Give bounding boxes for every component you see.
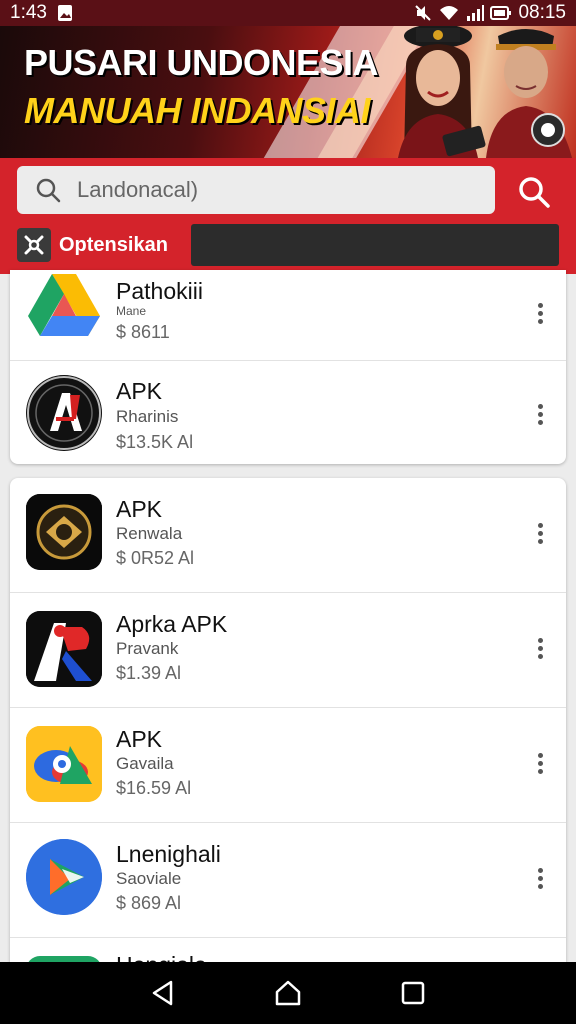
google-drive-icon — [26, 270, 102, 342]
map-pin-icon — [26, 726, 102, 802]
filter-label: Optensikan — [59, 233, 168, 256]
app-subtitle: Renwala — [116, 524, 183, 543]
home-icon — [275, 980, 301, 1006]
signal-icon — [466, 4, 485, 22]
app-name: APK — [116, 496, 163, 522]
search-icon — [36, 178, 61, 203]
back-triangle-icon — [152, 980, 172, 1006]
app-subtitle: Rharinis — [116, 407, 179, 426]
app-subtitle: Pravank — [116, 639, 179, 658]
list-item[interactable]: Aprka APK Pravank $1.39 Al — [10, 593, 566, 708]
list-item[interactable]: Lnenighali Saoviale $ 869 Al — [10, 823, 566, 938]
list-item[interactable]: APK Renwala $ 0R52 Al — [10, 478, 566, 593]
banner-people-illustration — [398, 26, 572, 158]
image-notification-icon — [57, 4, 73, 22]
search-input[interactable] — [77, 177, 457, 203]
more-options-icon[interactable] — [530, 518, 550, 548]
app-price: $16.59 Al — [116, 778, 192, 798]
search-bar[interactable] — [17, 166, 495, 214]
search-button[interactable] — [512, 170, 556, 214]
apk-a-logo-icon — [26, 375, 102, 451]
app-price: $1.39 Al — [116, 663, 182, 683]
app-name: Lnenighali — [116, 841, 221, 867]
recents-square-icon — [402, 981, 425, 1005]
navigation-bar — [0, 962, 576, 1024]
app-price: $ 0R52 Al — [116, 548, 195, 568]
app-price: $ 869 Al — [116, 893, 182, 913]
home-button[interactable] — [270, 975, 306, 1011]
app-subtitle: Saoviale — [116, 869, 182, 888]
wifi-icon — [438, 4, 460, 22]
app-price: $ 8611 — [116, 322, 170, 342]
apk-ap-logo-icon — [26, 611, 102, 687]
status-clock: 08:15 — [518, 2, 566, 23]
list-item[interactable]: Pathokiii Mane $ 8611 — [10, 270, 566, 361]
more-options-icon[interactable] — [530, 748, 550, 778]
app-name: Pathokiii — [116, 278, 203, 304]
banner-title-line1: PUSARI UNDONESIA — [24, 42, 379, 83]
list-item[interactable]: APK Rharinis $13.5K Al — [10, 361, 566, 464]
gold-emblem-icon — [26, 494, 102, 570]
promo-banner[interactable]: PUSARI UNDONESIA MANUAH INDANSIAI — [0, 26, 576, 158]
app-list-card: APK Renwala $ 0R52 Al Aprka APK Pravank … — [10, 478, 566, 978]
app-name: Aprka APK — [116, 611, 228, 637]
more-options-icon[interactable] — [530, 633, 550, 663]
filter-row[interactable]: Optensikan — [17, 224, 559, 266]
app-subtitle: Gavaila — [116, 754, 174, 773]
more-options-icon[interactable] — [530, 399, 550, 429]
more-options-icon[interactable] — [530, 298, 550, 328]
play-arrow-icon — [26, 839, 102, 915]
app-price: $13.5K Al — [116, 432, 194, 452]
status-bar: 1:43 08:15 — [0, 0, 576, 26]
back-button[interactable] — [145, 975, 181, 1011]
search-header: Optensikan — [0, 158, 576, 274]
recents-button[interactable] — [395, 975, 431, 1011]
search-icon — [519, 177, 550, 208]
more-options-icon[interactable] — [530, 863, 550, 893]
mute-icon — [414, 4, 432, 22]
filter-icon — [17, 228, 51, 262]
list-item[interactable]: APK Gavaila $16.59 Al — [10, 708, 566, 823]
app-list-card: Pathokiii Mane $ 8611 APK Rharinis $13.5… — [10, 270, 566, 464]
status-time: 1:43 — [10, 2, 47, 23]
filter-dropdown[interactable] — [191, 224, 559, 266]
app-name: APK — [116, 378, 163, 404]
app-subtitle: Mane — [116, 304, 147, 318]
app-name: APK — [116, 726, 163, 752]
banner-title-line2: MANUAH INDANSIAI — [24, 90, 371, 131]
battery-icon — [490, 4, 512, 22]
